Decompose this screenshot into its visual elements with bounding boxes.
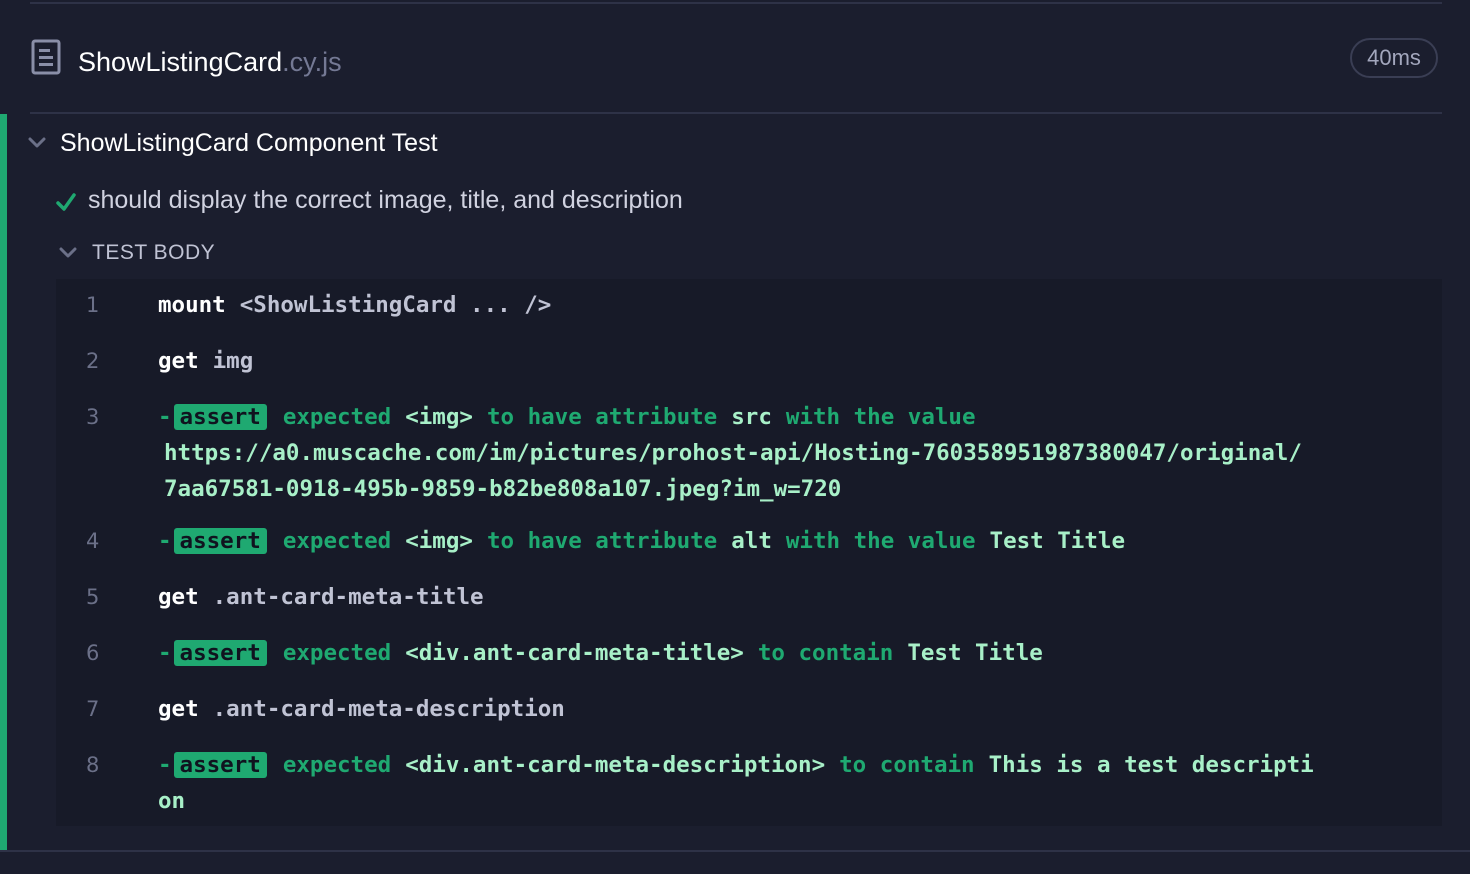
assert-matcher: to contain — [757, 640, 894, 666]
line-number: 8 — [86, 753, 100, 777]
spec-file-extension: .cy.js — [282, 47, 342, 77]
assert-value: https://a0.muscache.com/im/pictures/proh… — [164, 440, 1302, 502]
duration-badge: 40ms — [1350, 38, 1438, 78]
command-message: .ant-card-meta-title — [212, 584, 484, 610]
assert-expected: expected — [282, 640, 392, 666]
header-divider — [30, 112, 1442, 114]
line-number: 4 — [86, 529, 100, 553]
assert-badge: assert — [173, 640, 267, 666]
assert-value: Test Title — [907, 640, 1043, 666]
command-message: <ShowListingCard ... /> — [239, 292, 552, 318]
assert-value: Test Title — [989, 528, 1125, 554]
assert-badge: assert — [173, 528, 267, 554]
spec-file-base: ShowListingCard — [78, 47, 283, 77]
spec-file-name[interactable]: ShowListingCard.cy.js — [78, 42, 342, 82]
assert-expected: expected — [282, 752, 392, 778]
command-name: get — [158, 584, 199, 610]
chevron-down-icon[interactable] — [58, 243, 78, 263]
assert-matcher: to have attribute — [486, 404, 718, 430]
line-number: 7 — [86, 697, 100, 721]
command-message: img — [212, 348, 254, 374]
line-number: 2 — [86, 349, 100, 373]
test-body-label: TEST BODY — [92, 241, 216, 264]
command-name: get — [158, 696, 199, 722]
assert-expected: expected — [282, 404, 392, 430]
checkmark-icon — [56, 193, 76, 211]
spec-header[interactable]: ShowListingCard.cy.js 40ms — [0, 4, 1470, 112]
assert-attribute: src — [731, 404, 772, 430]
assert-subject: <img> — [405, 528, 473, 554]
command-name: mount — [158, 292, 226, 318]
assert-matcher: to have attribute — [486, 528, 718, 554]
assert-subject: <img> — [405, 404, 473, 430]
command-message: .ant-card-meta-description — [212, 696, 565, 722]
command-name: get — [158, 348, 199, 374]
assert-matcher: to contain — [839, 752, 975, 778]
assert-subject: <div.ant-card-meta-title> — [405, 640, 744, 666]
command-log: 1 mount <ShowListingCard ... /> 2 get img … — [56, 279, 1442, 826]
assert-subject: <div.ant-card-meta-description> — [405, 752, 826, 778]
assert-attribute: alt — [731, 528, 772, 554]
pass-status-bar — [0, 114, 7, 850]
line-number: 3 — [86, 405, 100, 429]
assert-badge: assert — [173, 404, 267, 430]
suite-title: ShowListingCard Component Test — [60, 129, 438, 157]
next-spec-strip — [0, 852, 1470, 874]
assert-matcher-tail: with the value — [785, 528, 976, 554]
assert-badge: assert — [173, 752, 267, 778]
line-number: 5 — [86, 585, 100, 609]
assert-matcher-tail: with the value — [785, 404, 976, 430]
chevron-down-icon[interactable] — [26, 132, 48, 154]
assert-expected: expected — [282, 528, 392, 554]
line-number: 6 — [86, 641, 100, 665]
document-icon — [31, 39, 61, 75]
line-number: 1 — [86, 293, 100, 317]
test-title: should display the correct image, title,… — [88, 186, 683, 214]
